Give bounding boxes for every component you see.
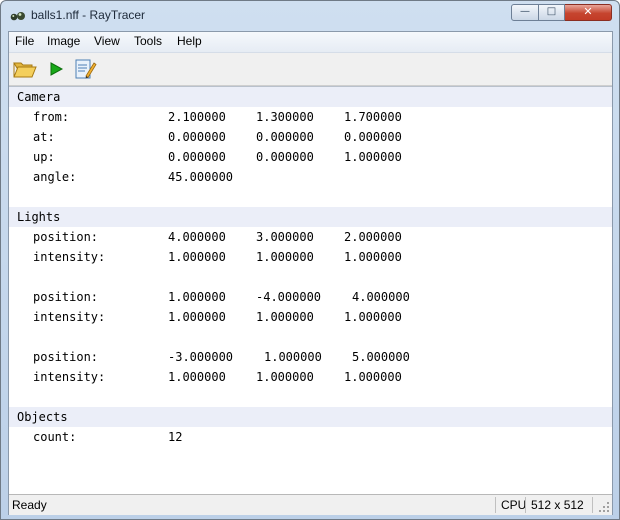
open-file-button[interactable] <box>12 57 38 81</box>
section-objects-title: Objects <box>17 410 68 424</box>
resize-grip-icon[interactable] <box>598 501 610 513</box>
objects-count-value: 12 <box>168 430 183 444</box>
edit-notes-icon <box>75 59 97 79</box>
light-position-label: position: <box>33 350 99 364</box>
camera-from-x: 2.100000 <box>168 110 226 124</box>
light-3-position-x: -3.000000 <box>168 350 234 364</box>
status-text: Ready <box>12 498 47 512</box>
camera-up-x: 0.000000 <box>168 150 226 164</box>
maximize-button[interactable]: □ <box>539 4 565 21</box>
camera-at-y: 0.000000 <box>256 130 314 144</box>
scene-info-panel: Camera from: 2.100000 1.300000 1.700000 … <box>9 86 612 495</box>
light-1-position-row: position: 4.000000 3.000000 2.000000 <box>9 227 612 247</box>
close-button[interactable]: ✕ <box>565 4 612 21</box>
camera-at-x: 0.000000 <box>168 130 226 144</box>
light-1-position-z: 2.000000 <box>344 230 402 244</box>
play-icon <box>50 62 64 76</box>
menu-bar: File Image View Tools Help <box>9 32 612 53</box>
menu-help[interactable]: Help <box>177 34 202 48</box>
light-2-intensity-r: 1.000000 <box>168 310 226 324</box>
camera-from-row: from: 2.100000 1.300000 1.700000 <box>9 107 612 127</box>
camera-at-label: at: <box>33 130 55 144</box>
light-intensity-label: intensity: <box>33 370 106 384</box>
maximize-icon: □ <box>546 6 557 17</box>
camera-angle-value: 45.000000 <box>168 170 234 184</box>
light-intensity-label: intensity: <box>33 250 106 264</box>
status-divider <box>525 497 526 513</box>
section-objects: Objects <box>9 407 612 427</box>
light-1-intensity-b: 1.000000 <box>344 250 402 264</box>
title-bar[interactable]: balls1.nff - RayTracer — □ ✕ <box>1 1 619 31</box>
open-folder-icon <box>13 62 37 78</box>
light-intensity-label: intensity: <box>33 310 106 324</box>
camera-up-label: up: <box>33 150 55 164</box>
light-position-label: position: <box>33 290 99 304</box>
window-title: balls1.nff - RayTracer <box>31 8 146 22</box>
light-3-intensity-g: 1.000000 <box>256 370 314 384</box>
light-2-position-x: 1.000000 <box>168 290 226 304</box>
status-bar: Ready CPU 512 x 512 <box>9 494 612 515</box>
light-3-position-y: 1.000000 <box>264 350 322 364</box>
app-window: balls1.nff - RayTracer — □ ✕ File Image … <box>0 0 620 520</box>
light-2-intensity-row: intensity: 1.000000 1.000000 1.000000 <box>9 307 612 327</box>
light-3-intensity-r: 1.000000 <box>168 370 226 384</box>
light-3-position-z: 5.000000 <box>352 350 410 364</box>
objects-count-label: count: <box>33 430 77 444</box>
light-1-intensity-row: intensity: 1.000000 1.000000 1.000000 <box>9 247 612 267</box>
light-1-intensity-r: 1.000000 <box>168 250 226 264</box>
section-camera-title: Camera <box>17 90 61 104</box>
camera-up-row: up: 0.000000 0.000000 1.000000 <box>9 147 612 167</box>
light-3-intensity-b: 1.000000 <box>344 370 402 384</box>
menu-file[interactable]: File <box>15 34 34 48</box>
minimize-icon: — <box>520 6 530 17</box>
status-divider <box>592 497 593 513</box>
status-mode: CPU <box>501 498 527 512</box>
camera-at-z: 0.000000 <box>344 130 402 144</box>
light-2-position-z: 4.000000 <box>352 290 410 304</box>
menu-image[interactable]: Image <box>47 34 80 48</box>
camera-angle-label: angle: <box>33 170 77 184</box>
light-1-intensity-g: 1.000000 <box>256 250 314 264</box>
render-button[interactable] <box>43 57 69 81</box>
light-1-position-x: 4.000000 <box>168 230 226 244</box>
toolbar <box>9 53 612 86</box>
close-icon: ✕ <box>583 5 593 18</box>
camera-from-y: 1.300000 <box>256 110 314 124</box>
edit-scene-button[interactable] <box>72 57 98 81</box>
light-2-position-row: position: 1.000000 -4.000000 4.000000 <box>9 287 612 307</box>
camera-from-label: from: <box>33 110 70 124</box>
status-divider <box>495 497 496 513</box>
light-3-intensity-row: intensity: 1.000000 1.000000 1.000000 <box>9 367 612 387</box>
light-2-position-y: -4.000000 <box>256 290 322 304</box>
raytracer-app-icon <box>10 12 25 21</box>
status-resolution: 512 x 512 <box>531 498 584 512</box>
menu-view[interactable]: View <box>94 34 120 48</box>
section-camera: Camera <box>9 87 612 107</box>
camera-up-z: 1.000000 <box>344 150 402 164</box>
light-3-position-row: position: -3.000000 1.000000 5.000000 <box>9 347 612 367</box>
menu-tools[interactable]: Tools <box>134 34 162 48</box>
camera-up-y: 0.000000 <box>256 150 314 164</box>
client-area: File Image View Tools Help Camera from: … <box>8 31 613 515</box>
camera-at-row: at: 0.000000 0.000000 0.000000 <box>9 127 612 147</box>
section-lights-title: Lights <box>17 210 61 224</box>
camera-from-z: 1.700000 <box>344 110 402 124</box>
light-2-intensity-b: 1.000000 <box>344 310 402 324</box>
light-2-intensity-g: 1.000000 <box>256 310 314 324</box>
section-lights: Lights <box>9 207 612 227</box>
light-1-position-y: 3.000000 <box>256 230 314 244</box>
camera-angle-row: angle: 45.000000 <box>9 167 612 187</box>
minimize-button[interactable]: — <box>511 4 539 21</box>
light-position-label: position: <box>33 230 99 244</box>
objects-count-row: count: 12 <box>9 427 612 447</box>
